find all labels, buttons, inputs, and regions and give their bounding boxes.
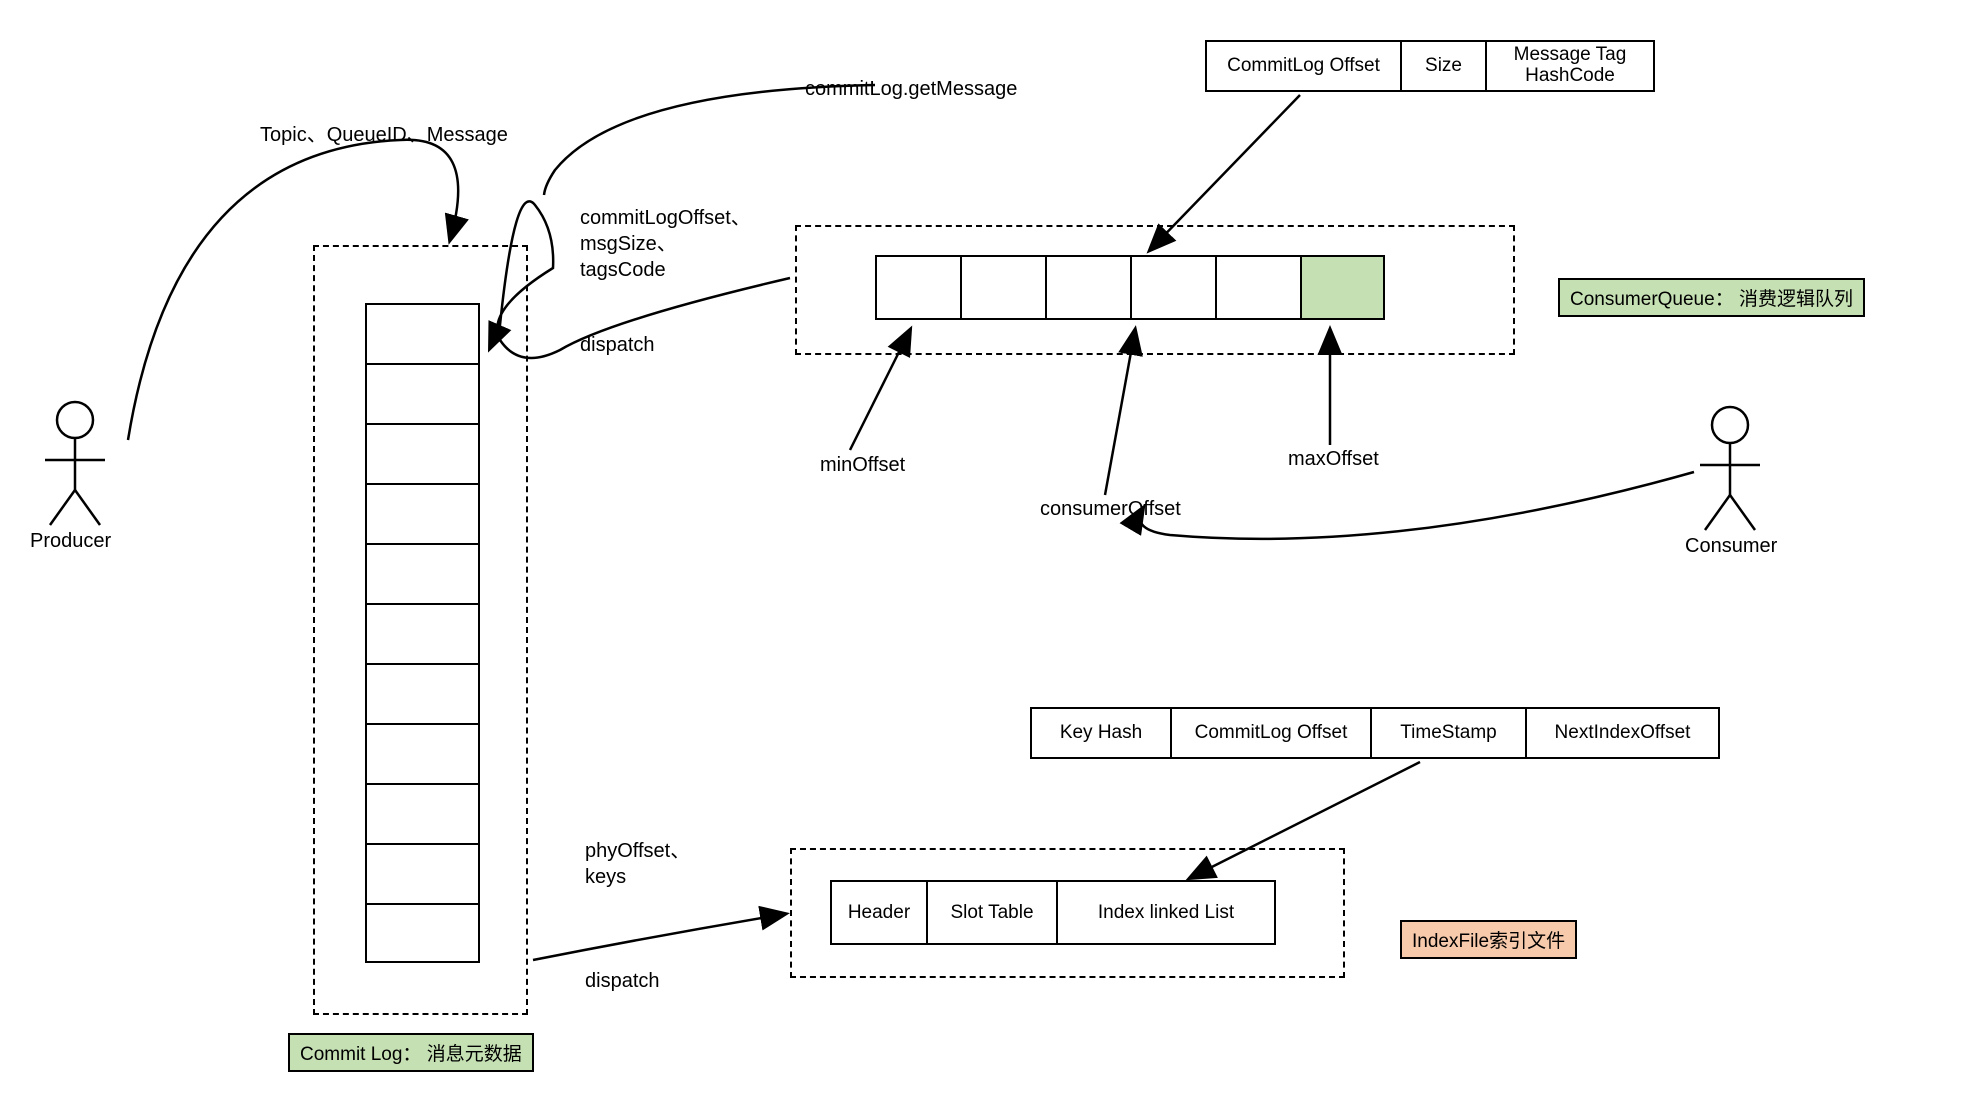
cq-row <box>875 255 1385 320</box>
cq-badge: ConsumerQueue： 消费逻辑队列 <box>1558 278 1865 317</box>
dispatch1-params: commitLogOffset、msgSize、tagsCode <box>580 205 751 283</box>
commitlog-cell <box>365 663 480 723</box>
dispatch1-params-text: commitLogOffset、msgSize、tagsCode <box>580 207 751 281</box>
index-record-timestamp: TimeStamp <box>1370 707 1525 759</box>
commitlog-cell <box>365 783 480 843</box>
commitlog-cell <box>365 423 480 483</box>
cq-cell <box>1045 255 1130 320</box>
commitlog-cell <box>365 543 480 603</box>
commitlog-cell <box>365 363 480 423</box>
dispatch2-action: dispatch <box>585 970 660 993</box>
commitlog-cell <box>365 603 480 663</box>
indexfile-row: Header Slot Table Index linked List <box>830 880 1276 945</box>
index-record-offset: CommitLog Offset <box>1170 707 1370 759</box>
dispatch2-params-text: phyOffset、keys <box>585 840 690 888</box>
min-offset-label: minOffset <box>820 454 905 477</box>
indexfile-linked: Index linked List <box>1056 880 1276 945</box>
indexfile-slot: Slot Table <box>926 880 1056 945</box>
producer-label: Producer <box>30 530 111 553</box>
index-record-next: NextIndexOffset <box>1525 707 1720 759</box>
commitlog-cell <box>365 723 480 783</box>
cq-record-hash: Message TagHashCode <box>1485 40 1655 92</box>
indexfile-header: Header <box>830 880 926 945</box>
max-offset-label: maxOffset <box>1288 448 1379 471</box>
index-record-row: Key Hash CommitLog Offset TimeStamp Next… <box>1030 707 1720 759</box>
dispatch2-params: phyOffset、keys <box>585 838 690 890</box>
cq-cell <box>960 255 1045 320</box>
cq-cell <box>875 255 960 320</box>
cq-record-row: CommitLog Offset Size Message TagHashCod… <box>1205 40 1655 92</box>
cq-record-offset: CommitLog Offset <box>1205 40 1400 92</box>
cq-cell <box>1215 255 1300 320</box>
commitlog-cell <box>365 903 480 963</box>
consumer-offset-label: consumerOffset <box>1040 498 1181 521</box>
consumer-label: Consumer <box>1685 535 1777 558</box>
getmessage-label: commitLog.getMessage <box>805 78 1017 101</box>
cq-record-size: Size <box>1400 40 1485 92</box>
commitlog-cell <box>365 843 480 903</box>
commitlog-cell <box>365 303 480 363</box>
topic-label: Topic、QueueID、Message <box>260 118 508 147</box>
commitlog-badge: Commit Log： 消息元数据 <box>288 1033 534 1072</box>
index-record-keyhash: Key Hash <box>1030 707 1170 759</box>
cq-cell-active <box>1300 255 1385 320</box>
dispatch1-action: dispatch <box>580 334 655 357</box>
indexfile-badge: IndexFile索引文件 <box>1400 920 1577 959</box>
commitlog-cell <box>365 483 480 543</box>
commitlog-stack <box>365 303 480 963</box>
cq-cell <box>1130 255 1215 320</box>
